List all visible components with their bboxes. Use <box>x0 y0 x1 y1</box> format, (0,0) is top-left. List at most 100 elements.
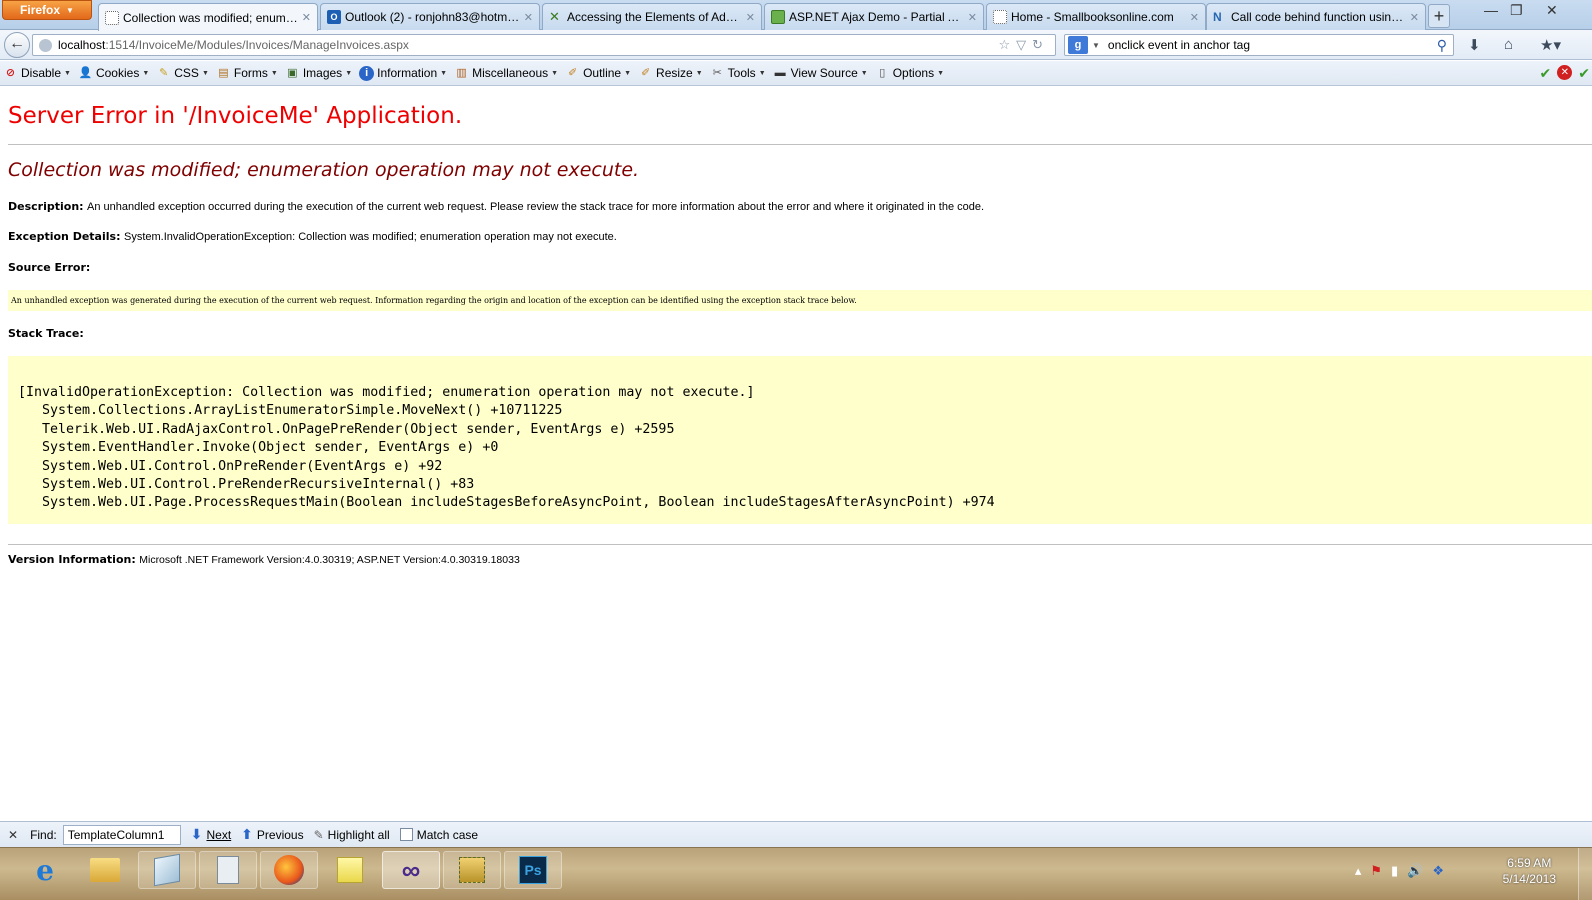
dropbox-icon[interactable]: ❖ <box>1432 863 1444 879</box>
devbar-css[interactable]: ✎ CSS ▼ <box>156 66 209 81</box>
web-developer-toolbar: ⊘ Disable ▼ 👤 Cookies ▼ ✎ CSS ▼ ▤ Forms ▼ ▣ … <box>0 61 1592 86</box>
find-next-button[interactable]: ⬇ Next <box>191 826 231 843</box>
taskbar-tool[interactable] <box>443 851 501 889</box>
show-desktop-button[interactable] <box>1578 848 1592 900</box>
match-case-checkbox[interactable]: Match case <box>399 828 478 842</box>
taskbar-calculator[interactable] <box>199 851 257 889</box>
tool-icon <box>459 857 485 883</box>
tools-icon: ✂ <box>712 66 722 79</box>
search-bar[interactable]: g ▼ onclick event in anchor tag ⚲ <box>1064 34 1454 56</box>
devbar-images[interactable]: ▣ Images ▼ <box>285 66 352 81</box>
find-input[interactable]: TemplateColumn1 <box>62 824 181 845</box>
devbar-tools[interactable]: ✂ Tools ▼ <box>710 66 766 81</box>
address-bar[interactable]: localhost:1514/InvoiceMe/Modules/Invoice… <box>32 34 1056 56</box>
dropdown-arrow-icon: ▼ <box>64 69 71 77</box>
show-hidden-icons-icon[interactable]: ▴ <box>1355 863 1362 879</box>
tab-2[interactable]: O Outlook (2) - ronjohn83@hotma... ✕ <box>320 3 540 30</box>
devbar-label: Information <box>377 66 438 80</box>
devbar-information[interactable]: i Information ▼ <box>359 65 447 81</box>
devbar-disable[interactable]: ⊘ Disable ▼ <box>3 66 71 81</box>
css-valid-check-icon[interactable]: ✔ <box>1540 65 1552 82</box>
dropdown-arrow-icon: ▼ <box>860 69 868 77</box>
close-tab-icon[interactable]: ✕ <box>1190 11 1199 24</box>
url-path: :1514/InvoiceMe/Modules/Invoices/ManageI… <box>105 38 409 52</box>
stack-line: System.Web.UI.Control.PreRenderRecursive… <box>18 477 475 493</box>
close-tab-icon[interactable]: ✕ <box>1410 11 1419 24</box>
js-error-icon[interactable]: ✕ <box>1557 65 1573 80</box>
tab-5[interactable]: Home - Smallbooksonline.com ✕ <box>986 3 1206 30</box>
devbar-cookies[interactable]: 👤 Cookies ▼ <box>78 66 150 81</box>
devbar-label: Forms <box>233 66 268 80</box>
visual-studio-icon: ∞ <box>401 854 421 885</box>
dropdown-arrow-icon: ▼ <box>270 69 278 77</box>
devbar-forms[interactable]: ▤ Forms ▼ <box>216 66 278 81</box>
taskbar-sticky-notes[interactable] <box>321 851 379 889</box>
restore-icon[interactable]: ❐ <box>1510 2 1523 19</box>
find-label: Find: <box>30 827 57 842</box>
devbar-outline[interactable]: ✐ Outline ▼ <box>565 66 631 81</box>
history-dropdown-icon[interactable]: ▽ <box>1016 37 1032 52</box>
devbar-resize[interactable]: ✐ Resize ▼ <box>638 66 703 81</box>
tab-1[interactable]: Collection was modified; enume... ✕ <box>98 3 318 31</box>
close-window-icon[interactable]: ✕ <box>1546 2 1558 19</box>
search-input[interactable]: onclick event in anchor tag <box>1108 38 1250 52</box>
downloads-icon[interactable]: ⬇ <box>1468 36 1481 54</box>
calculator-icon <box>217 856 239 884</box>
taskbar-photoshop[interactable]: Ps <box>504 851 562 889</box>
tab-4[interactable]: ASP.NET Ajax Demo - Partial Aja... ✕ <box>764 3 984 30</box>
tab-label: Collection was modified; enume... <box>123 10 298 25</box>
dropdown-arrow-icon: ▼ <box>201 69 209 77</box>
dropdown-arrow-icon: ▼ <box>695 69 703 77</box>
firefox-menu-button[interactable]: Firefox ▼ <box>2 0 92 20</box>
home-icon[interactable]: ⌂ <box>1504 36 1513 53</box>
bookmark-star-icon[interactable]: ☆ <box>998 37 1016 52</box>
taskbar-visual-studio[interactable]: ∞ <box>382 851 440 889</box>
site-identity-icon[interactable] <box>39 38 52 52</box>
exception-row: Exception Details: System.InvalidOperati… <box>8 230 617 243</box>
html-valid-check-icon[interactable]: ✔ <box>1578 65 1590 82</box>
taskbar-file-explorer[interactable] <box>76 851 134 889</box>
xhtml-icon: ✕ <box>549 9 560 24</box>
minimize-icon[interactable]: — <box>1484 2 1498 18</box>
devbar-view-source[interactable]: ▬ View Source ▼ <box>773 66 868 81</box>
devbar-label: Disable <box>21 66 62 80</box>
network-icon[interactable]: ▮ <box>1391 863 1398 879</box>
google-icon[interactable]: g <box>1068 36 1088 54</box>
close-find-bar-icon[interactable]: ✕ <box>8 828 18 842</box>
tab-label: ASP.NET Ajax Demo - Partial Aja... <box>789 10 964 24</box>
close-tab-icon[interactable]: ✕ <box>746 11 755 24</box>
checkbox-icon <box>399 828 413 841</box>
find-previous-button[interactable]: ⬆ Previous <box>241 826 303 843</box>
volume-icon[interactable]: 🔊 <box>1407 863 1423 879</box>
clock[interactable]: 6:59 AM 5/14/2013 <box>1503 855 1556 887</box>
stack-line: Telerik.Web.UI.RadAjaxControl.OnPagePreR… <box>18 421 675 437</box>
devbar-options[interactable]: ▯ Options ▼ <box>875 66 944 81</box>
new-tab-button[interactable]: + <box>1428 4 1450 28</box>
page-title: Server Error in '/InvoiceMe' Application… <box>8 103 463 129</box>
divider <box>8 544 1592 545</box>
devbar-miscellaneous[interactable]: ▥ Miscellaneous ▼ <box>454 66 558 81</box>
back-button[interactable]: ← <box>4 32 30 58</box>
search-engine-dropdown-icon[interactable]: ▼ <box>1092 41 1100 50</box>
tab-3[interactable]: ✕ Accessing the Elements of Adva... ✕ <box>542 3 762 30</box>
close-tab-icon[interactable]: ✕ <box>968 11 977 24</box>
dropdown-arrow-icon: ▼ <box>624 69 632 77</box>
source-error-label: Source Error: <box>8 261 91 274</box>
close-tab-icon[interactable]: ✕ <box>302 11 311 24</box>
reload-icon[interactable]: ↻ <box>1032 37 1049 52</box>
taskbar-notepad[interactable] <box>138 851 196 889</box>
find-previous-label: Previous <box>256 827 304 842</box>
taskbar-firefox[interactable] <box>260 851 318 889</box>
tab-6[interactable]: N Call code behind function using ... ✕ <box>1206 3 1426 30</box>
source-error-row: Source Error: <box>8 261 90 274</box>
notepad-icon <box>154 853 180 887</box>
highlight-all-button[interactable]: ✎ Highlight all <box>314 828 390 842</box>
taskbar-internet-explorer[interactable]: e <box>16 851 74 889</box>
information-icon: i <box>359 65 375 81</box>
close-tab-icon[interactable]: ✕ <box>524 11 533 24</box>
action-center-icon[interactable]: ⚑ <box>1370 863 1382 879</box>
search-icon[interactable]: ⚲ <box>1437 37 1447 54</box>
sticky-notes-icon <box>337 857 363 883</box>
validation-status: ✔ ✕ ✔ <box>1540 65 1590 82</box>
bookmarks-icon[interactable]: ★▾ <box>1540 36 1561 54</box>
